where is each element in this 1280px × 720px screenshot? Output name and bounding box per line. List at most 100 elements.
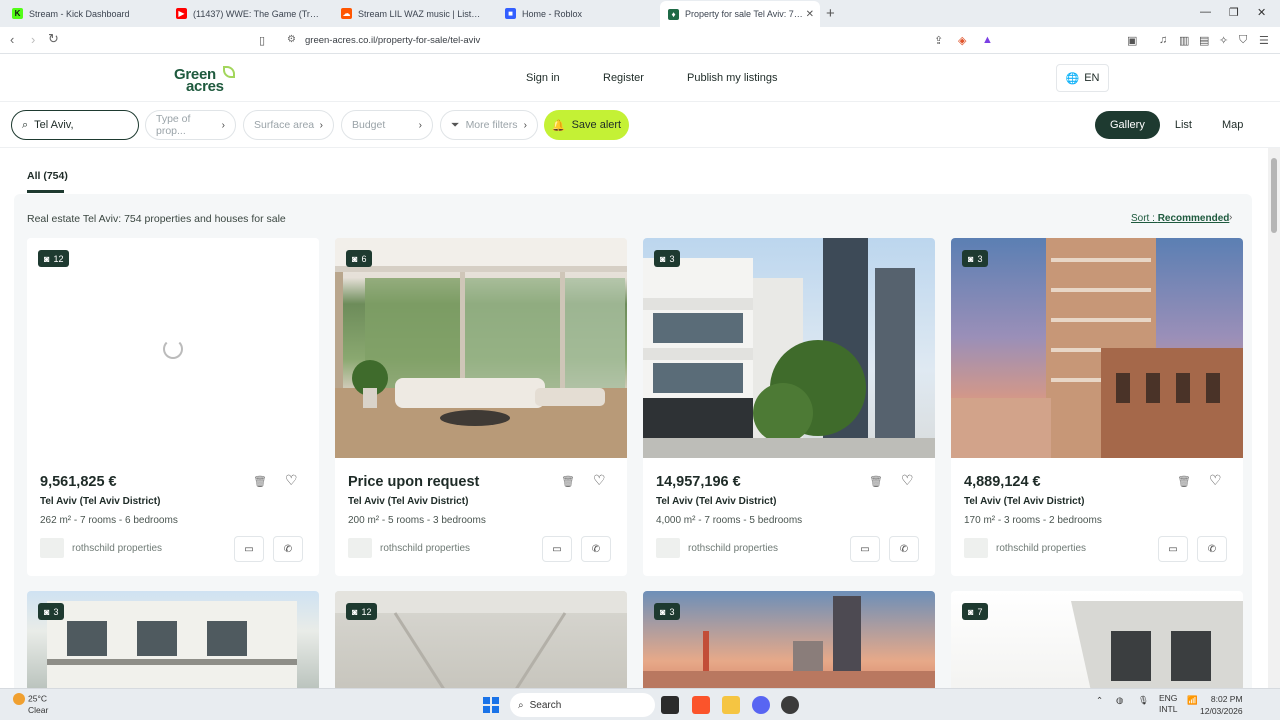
minimize-icon[interactable]: — — [1200, 6, 1211, 18]
media-icon[interactable]: ♫ — [1159, 34, 1167, 46]
language-selector[interactable]: 🌐 EN — [1056, 64, 1109, 92]
message-button[interactable]: ▭ — [542, 536, 572, 562]
app-icon[interactable] — [781, 696, 799, 714]
browser-tab-soundcloud[interactable]: ☁ Stream LIL WAZ music | Listen to so — [333, 2, 493, 25]
heart-icon[interactable]: ♡ — [901, 472, 914, 489]
wallet-icon[interactable]: ▤ — [1199, 34, 1209, 47]
whatsapp-icon: ✆ — [1207, 543, 1217, 555]
weather-widget[interactable]: 25°C Clear — [13, 693, 48, 716]
listing-card[interactable]: ◙ 12 9,561,825 € 🗑 ♡ Tel Aviv (Tel Aviv D… — [27, 238, 319, 576]
leo-ai-icon[interactable]: ✧ — [1219, 34, 1228, 47]
share-icon[interactable]: ⇪ — [934, 34, 943, 47]
whatsapp-button[interactable]: ✆ — [581, 536, 611, 562]
gallery-view-button[interactable]: Gallery — [1095, 111, 1160, 139]
sidebar-icon[interactable]: ▥ — [1179, 34, 1189, 47]
tab-search-icon[interactable]: ▣ — [1127, 34, 1137, 47]
listing-card[interactable]: ◙ 3 14,957,196 € 🗑 ♡ Tel Aviv (Tel Aviv D… — [643, 238, 935, 576]
tab-all-results[interactable]: All (754) — [27, 170, 68, 182]
brave-shields-icon[interactable]: ◈ — [958, 34, 966, 47]
agency-name[interactable]: rothschild properties — [380, 543, 470, 554]
sign-in-link[interactable]: Sign in — [526, 72, 560, 84]
location-search[interactable]: ⌕ — [11, 110, 139, 140]
url-field[interactable]: green-acres.co.il/property-for-sale/tel-… — [305, 35, 480, 46]
more-filters-button[interactable]: ⏷ More filters › — [440, 110, 538, 140]
listing-card[interactable]: ◙ 3 4,889,124 € 🗑 ♡ Tel Aviv (Tel Aviv Di… — [951, 238, 1243, 576]
listing-location[interactable]: Tel Aviv (Tel Aviv District) — [348, 496, 468, 507]
listing-photo[interactable] — [335, 238, 627, 458]
trash-icon[interactable]: 🗑 — [253, 475, 267, 488]
listing-photo — [1071, 601, 1243, 688]
site-info-icon[interactable]: ⚙ — [287, 34, 296, 45]
tray-app-icon[interactable]: ◍ — [1116, 695, 1123, 706]
restore-icon[interactable]: ❐ — [1229, 6, 1239, 19]
message-button[interactable]: ▭ — [1158, 536, 1188, 562]
listing-photo[interactable] — [643, 238, 935, 458]
terminal-app-icon[interactable] — [661, 696, 679, 714]
list-view-button[interactable]: List — [1160, 111, 1207, 139]
location-search-input[interactable] — [34, 119, 125, 131]
file-explorer-icon[interactable] — [722, 696, 740, 714]
whatsapp-button[interactable]: ✆ — [889, 536, 919, 562]
back-icon[interactable]: ‹ — [10, 32, 14, 47]
menu-icon[interactable]: ☰ — [1259, 34, 1269, 47]
whatsapp-button[interactable]: ✆ — [273, 536, 303, 562]
windows-start-icon[interactable] — [483, 697, 499, 713]
listing-location[interactable]: Tel Aviv (Tel Aviv District) — [40, 496, 160, 507]
listing-card[interactable]: ◙ 3 — [27, 591, 319, 688]
browser-tab-green-acres[interactable]: ♦ Property for sale Tel Aviv: 754 ex ✕ — [660, 1, 820, 27]
listing-price: 4,889,124 € — [964, 474, 1041, 490]
agency-name[interactable]: rothschild properties — [688, 543, 778, 554]
listing-card[interactable]: ◙ 12 — [335, 591, 627, 688]
sort-dropdown[interactable]: Sort : Recommended — [1131, 213, 1229, 224]
browser-tab-kick[interactable]: K Stream - Kick Dashboard — [4, 2, 164, 25]
surface-area-filter[interactable]: Surface area › — [243, 110, 334, 140]
heart-icon[interactable]: ♡ — [593, 472, 606, 489]
scroll-thumb[interactable] — [1271, 158, 1277, 233]
vpn-icon[interactable]: ⛉ — [1239, 34, 1247, 47]
brave-rewards-icon[interactable]: ▲ — [982, 34, 993, 46]
listing-photo[interactable] — [951, 238, 1243, 458]
map-view-button[interactable]: Map — [1207, 111, 1258, 139]
input-language[interactable]: ENG INTL — [1159, 693, 1177, 715]
wifi-icon[interactable]: 📶 — [1187, 695, 1198, 706]
discord-app-icon[interactable] — [752, 696, 770, 714]
publish-listings-link[interactable]: Publish my listings — [687, 72, 777, 84]
taskbar-clock[interactable]: 8:02 PM 12/03/2026 — [1200, 693, 1243, 717]
save-alert-button[interactable]: 🔔 Save alert — [544, 110, 629, 140]
agency-name[interactable]: rothschild properties — [996, 543, 1086, 554]
message-button[interactable]: ▭ — [234, 536, 264, 562]
brave-app-icon[interactable] — [692, 696, 710, 714]
taskbar-search[interactable]: ⌕ Search — [510, 693, 655, 717]
new-tab-icon[interactable]: + — [826, 5, 835, 22]
trash-icon[interactable]: 🗑 — [869, 475, 883, 488]
kick-favicon-icon: K — [12, 8, 23, 19]
trash-icon[interactable]: 🗑 — [561, 475, 575, 488]
green-acres-logo[interactable]: Green acres — [174, 66, 238, 95]
browser-tab-youtube[interactable]: ▶ (11437) WWE: The Game (Triple H — [168, 2, 328, 25]
budget-filter[interactable]: Budget › — [341, 110, 433, 140]
message-button[interactable]: ▭ — [850, 536, 880, 562]
reload-icon[interactable]: ↻ — [48, 31, 59, 47]
close-tab-icon[interactable]: ✕ — [806, 9, 814, 20]
listing-photo[interactable] — [27, 238, 319, 458]
browser-tab-roblox[interactable]: ■ Home - Roblox — [497, 2, 657, 25]
heart-icon[interactable]: ♡ — [285, 472, 298, 489]
listing-card[interactable]: ◙ 3 — [643, 591, 935, 688]
trash-icon[interactable]: 🗑 — [1177, 475, 1191, 488]
listing-card[interactable]: ◙ 6 Price upon request 🗑 ♡ Tel Aviv (Tel … — [335, 238, 627, 576]
close-window-icon[interactable]: ✕ — [1257, 6, 1266, 19]
microphone-icon[interactable]: 🎙 — [1138, 695, 1149, 706]
register-link[interactable]: Register — [603, 72, 644, 84]
loading-spinner-icon — [163, 339, 183, 359]
forward-icon[interactable]: › — [31, 32, 35, 47]
tray-overflow-icon[interactable]: ⌃ — [1096, 695, 1103, 706]
listing-location[interactable]: Tel Aviv (Tel Aviv District) — [964, 496, 1084, 507]
bookmark-icon[interactable]: ▯ — [259, 34, 265, 47]
listing-location[interactable]: Tel Aviv (Tel Aviv District) — [656, 496, 776, 507]
page-scrollbar[interactable] — [1268, 148, 1280, 688]
listing-card[interactable]: ◙ 7 — [951, 591, 1243, 688]
agency-name[interactable]: rothschild properties — [72, 543, 162, 554]
heart-icon[interactable]: ♡ — [1209, 472, 1222, 489]
whatsapp-button[interactable]: ✆ — [1197, 536, 1227, 562]
property-type-filter[interactable]: Type of prop... › — [145, 110, 236, 140]
